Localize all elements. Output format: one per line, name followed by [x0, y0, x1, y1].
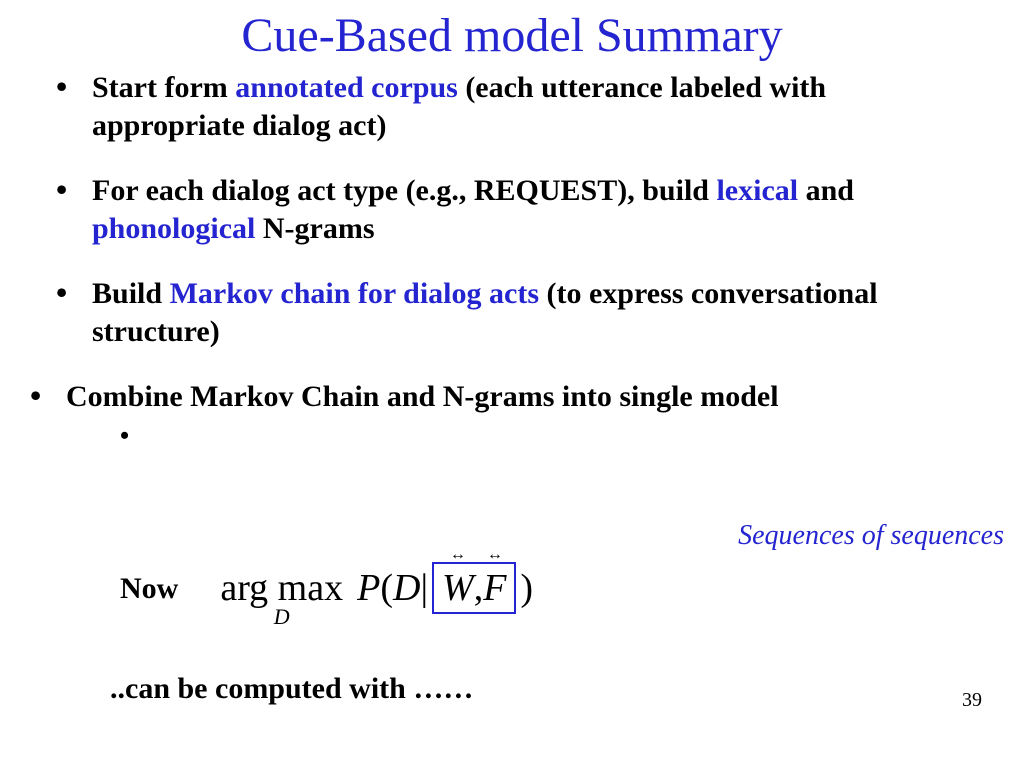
page-number: 39 [962, 689, 982, 712]
bullet-2-text-b: and [798, 174, 854, 207]
slide-title: Cue-Based model Summary [0, 8, 1024, 63]
sub-bullet-list: Now [120, 420, 980, 458]
bullet-3: Build Markov chain for dialog acts (to e… [56, 275, 980, 350]
formula-comma: , [474, 566, 484, 610]
computed-with: ..can be computed with …… [110, 672, 473, 706]
formula-box: W , F [432, 562, 516, 614]
bullet-2-text-a: For each dialog act type (e.g., REQUEST)… [92, 174, 716, 207]
argmax-top: arg max [220, 571, 343, 605]
bullet-4: Combine Markov Chain and N-grams into si… [30, 378, 980, 457]
bullet-3-highlight-a: Markov chain for dialog acts [170, 277, 539, 310]
formula-F: F [483, 566, 506, 610]
formula-bar: | [420, 566, 428, 610]
bullet-list-top: Start form annotated corpus (each uttera… [0, 69, 1024, 350]
slide: Cue-Based model Summary Start form annot… [0, 8, 1024, 768]
formula-row: Now arg max D P ( D | W , F ) [120, 562, 533, 627]
bullet-1-text-a: Start form [92, 71, 235, 104]
annotation-sequences: Sequences of sequences [738, 520, 1004, 552]
now-label: Now [120, 572, 178, 606]
bullet-1: Start form annotated corpus (each uttera… [56, 69, 980, 144]
formula-D: D [393, 566, 420, 610]
sub-bullet-now: Now [120, 420, 980, 458]
formula-P: P [357, 566, 380, 610]
formula-W: W [442, 566, 474, 610]
formula-lparen: ( [380, 566, 393, 610]
formula: arg max D P ( D | W , F ) [220, 562, 533, 627]
formula-rparen: ) [520, 566, 533, 610]
bullet-list-bottom: Combine Markov Chain and N-grams into si… [0, 378, 1024, 457]
bullet-3-text-a: Build [92, 277, 170, 310]
argmax: arg max D [220, 571, 343, 627]
bullet-1-highlight-a: annotated corpus [235, 71, 458, 104]
bullet-2: For each dialog act type (e.g., REQUEST)… [56, 172, 980, 247]
argmax-sub: D [274, 607, 290, 627]
bullet-2-highlight-b: phonological [92, 212, 255, 245]
bullet-2-text-c: N-grams [255, 212, 374, 245]
bullet-2-highlight-a: lexical [716, 174, 798, 207]
bullet-4-text: Combine Markov Chain and N-grams into si… [66, 380, 779, 413]
